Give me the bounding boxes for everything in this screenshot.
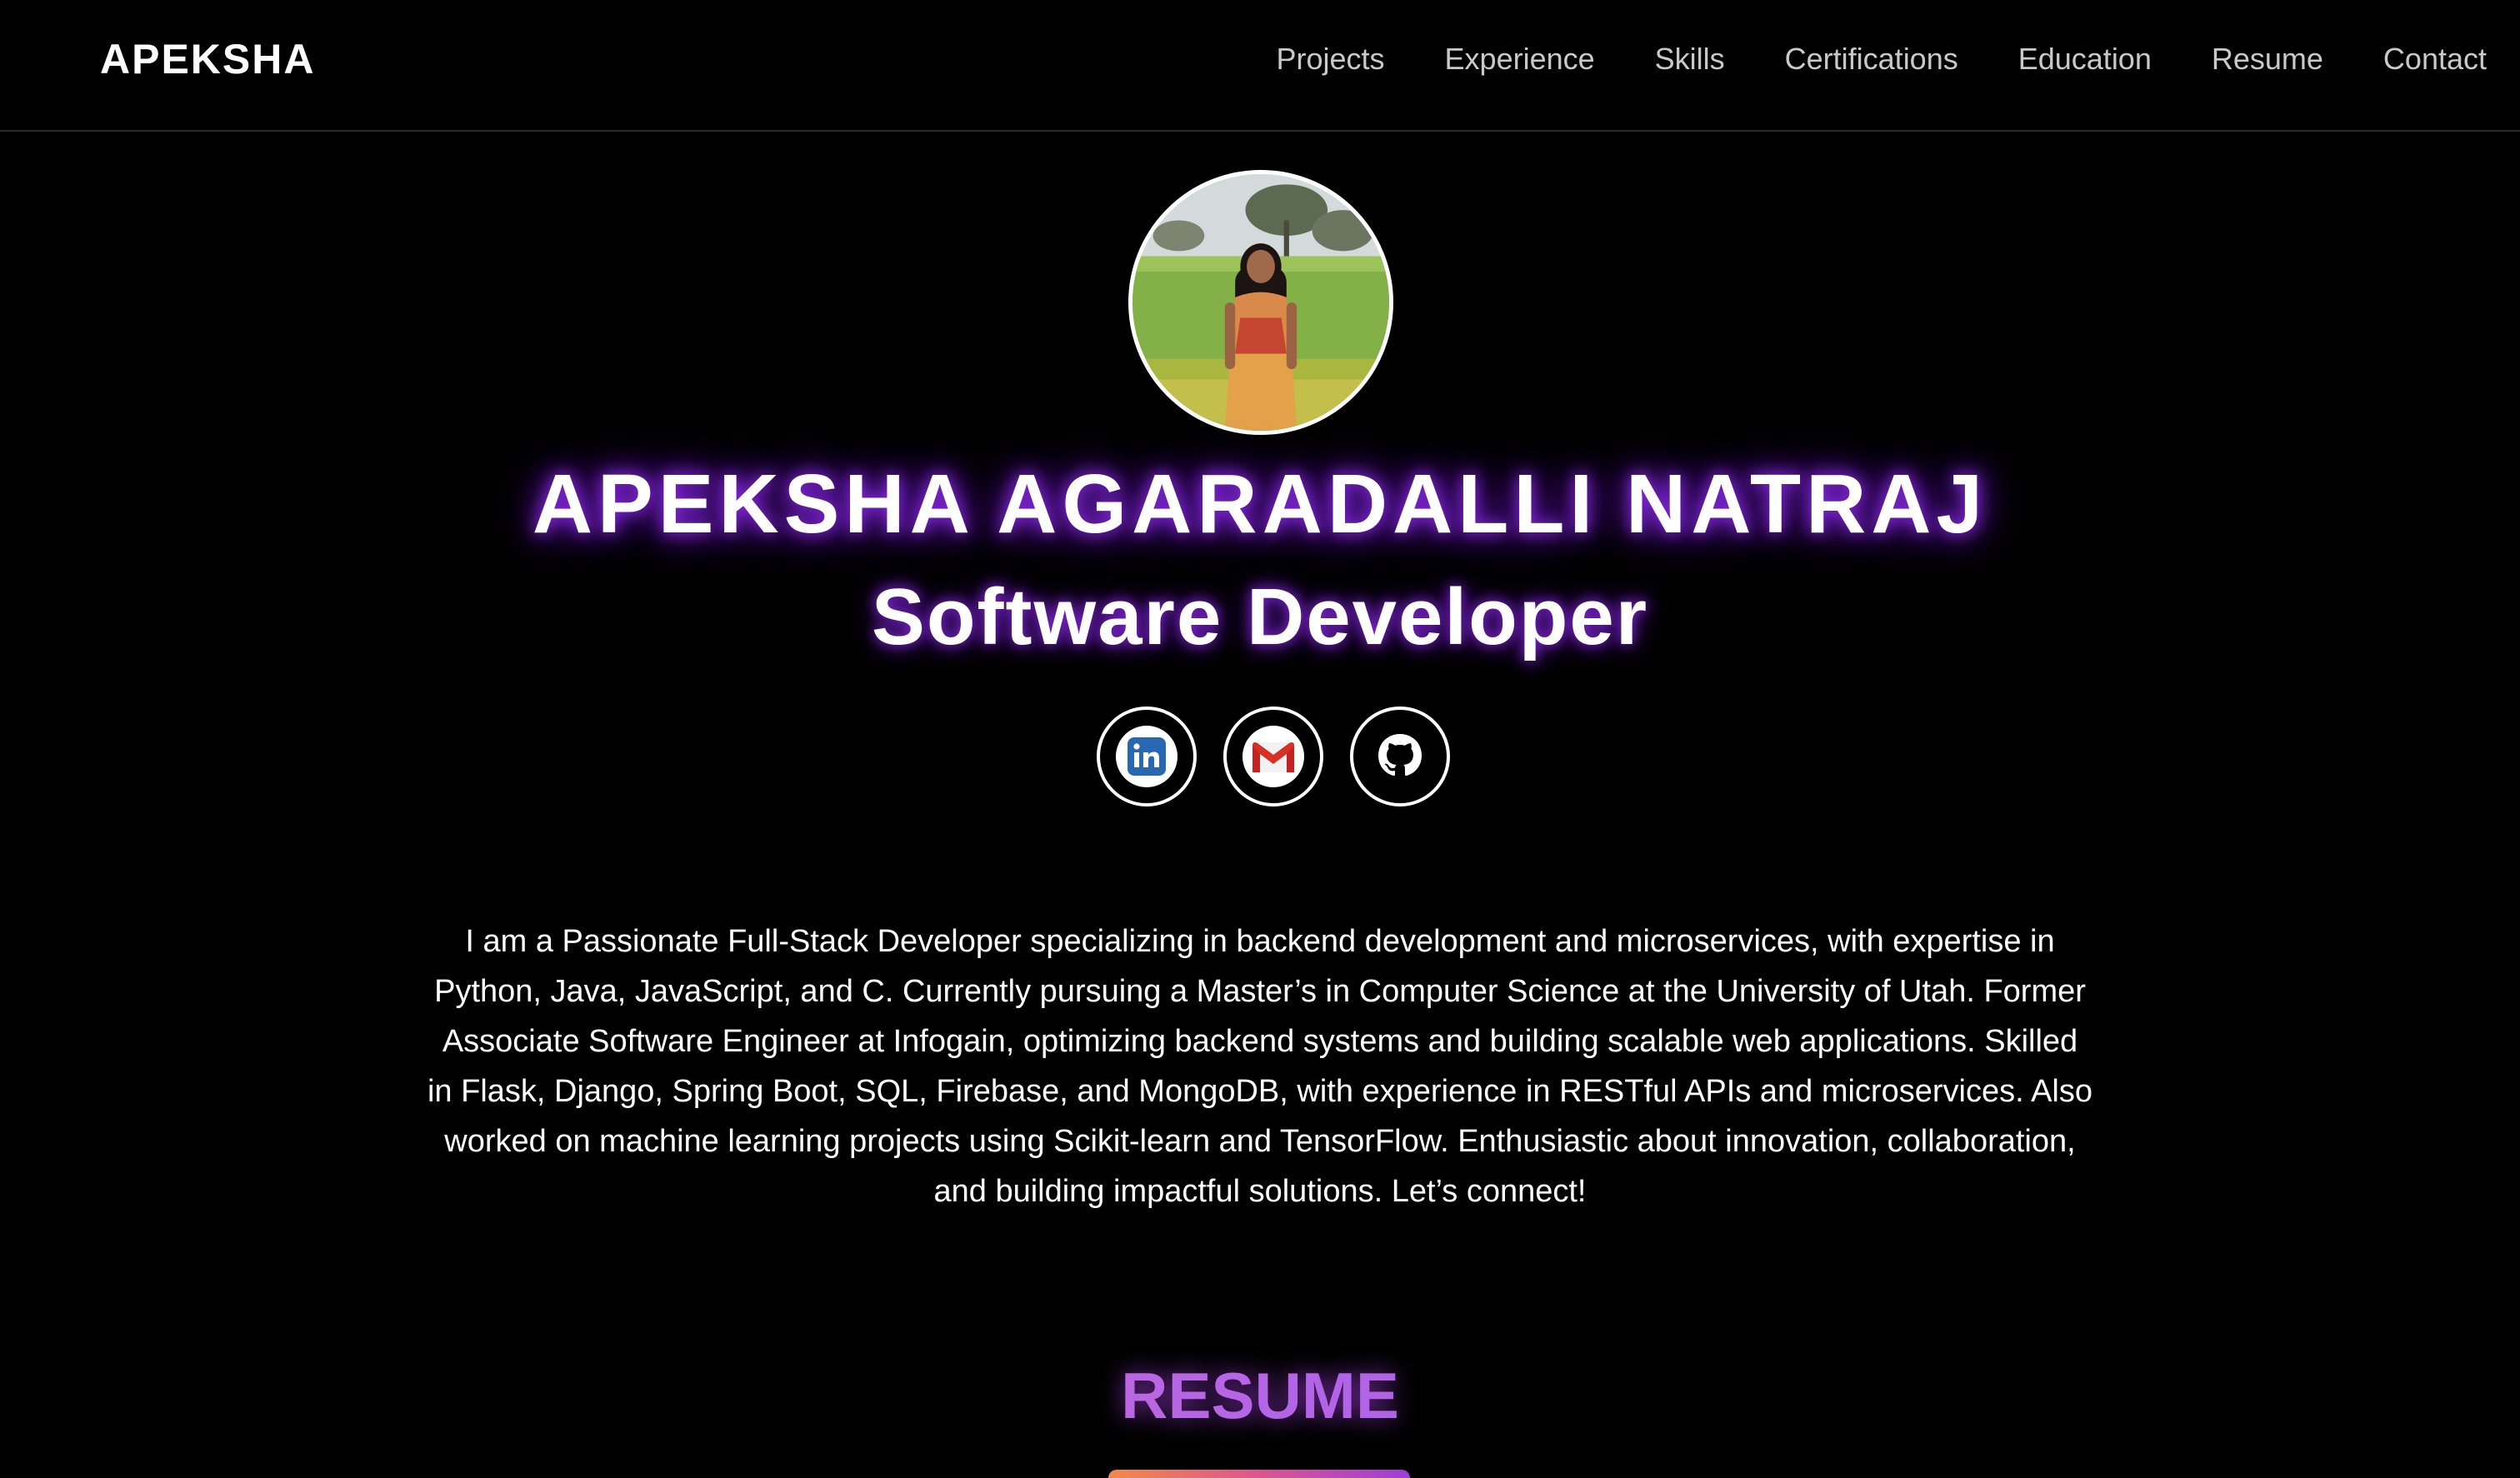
profile-photo-illustration [1132,174,1389,431]
nav-link-resume[interactable]: Resume [2212,42,2323,77]
nav-link-experience[interactable]: Experience [1445,42,1595,77]
site-brand[interactable]: APEKSHA [100,35,315,83]
nav-link-education[interactable]: Education [2018,42,2152,77]
github-icon [1369,726,1431,787]
top-navbar: APEKSHA Projects Experience Skills Certi… [0,0,2520,132]
resume-section-heading: RESUME [0,1358,2520,1434]
hero-name: APEKSHA AGARADALLI NATRAJ [532,457,1988,551]
github-button[interactable] [1350,707,1450,806]
hero-role: Software Developer [871,572,1649,662]
gmail-icon [1242,726,1304,787]
resume-button-top[interactable] [1108,1470,1410,1478]
linkedin-button[interactable] [1097,707,1197,806]
profile-photo [1128,170,1393,435]
gmail-button[interactable] [1223,707,1323,806]
bio-paragraph: I am a Passionate Full-Stack Developer s… [427,924,2093,1209]
nav-links: Projects Experience Skills Certification… [1276,42,2487,77]
linkedin-icon [1116,726,1178,787]
nav-link-certifications[interactable]: Certifications [1785,42,1958,77]
nav-link-skills[interactable]: Skills [1655,42,1725,77]
nav-link-projects[interactable]: Projects [1276,42,1384,77]
social-links [1097,707,1450,806]
nav-link-contact[interactable]: Contact [2383,42,2487,77]
